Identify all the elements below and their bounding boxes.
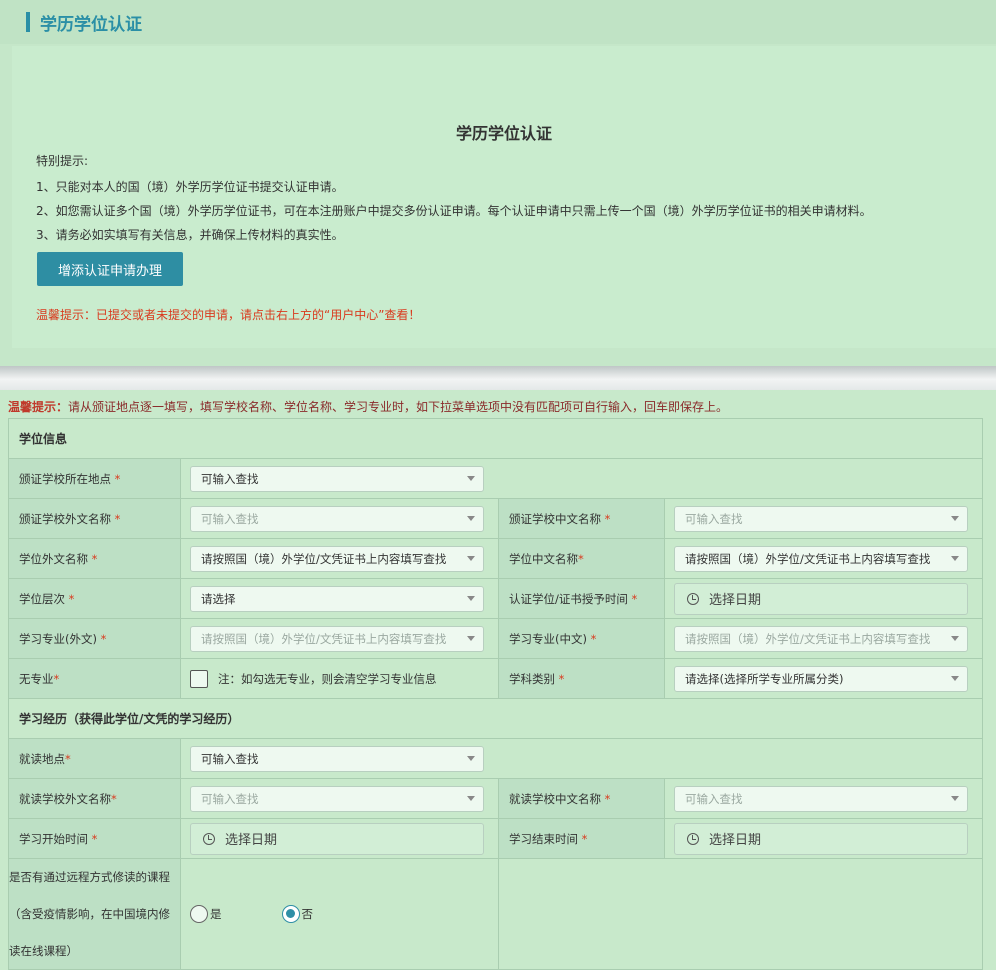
- study-school-cn-select[interactable]: 可输入查找: [674, 785, 968, 812]
- field-cell: 请选择(选择所学专业所属分类): [665, 659, 982, 698]
- form-row: 就读学校外文名称 * 可输入查找 就读学校中文名称 * 可输入查找: [9, 779, 982, 819]
- field-label: 颁证学校所在地点 *: [9, 459, 181, 498]
- chevron-down-icon: [951, 555, 959, 561]
- radio-circle: [190, 905, 208, 923]
- degree-section-title: 学位信息: [9, 419, 982, 459]
- subject-category-select[interactable]: 请选择(选择所学专业所属分类): [674, 665, 968, 692]
- chevron-down-icon: [467, 635, 475, 641]
- form-note-prefix: 温馨提示：: [8, 400, 69, 414]
- field-cell: 请选择: [181, 579, 499, 618]
- field-cell: 是 否: [181, 859, 499, 969]
- field-label: 学位外文名称 *: [9, 539, 181, 578]
- field-label: 就读学校中文名称 *: [499, 779, 665, 818]
- field-label: 学习开始时间 *: [9, 819, 181, 858]
- field-label: 认证学位/证书授予时间 *: [499, 579, 665, 618]
- field-cell: 可输入查找: [181, 779, 499, 818]
- field-label: 颁证学校中文名称 *: [499, 499, 665, 538]
- field-label: 无专业 *: [9, 659, 181, 698]
- add-application-button[interactable]: 增添认证申请办理: [37, 252, 183, 286]
- chevron-down-icon: [951, 675, 959, 681]
- field-cell: 注：如勾选无专业，则会清空学习专业信息: [181, 659, 499, 698]
- no-major-note: 注：如勾选无专业，则会清空学习专业信息: [218, 671, 437, 686]
- no-major-checkbox[interactable]: [190, 669, 208, 688]
- field-cell: 可输入查找: [181, 499, 499, 538]
- top-panel: 学历学位认证 学历学位认证 特别提示: 1、只能对本人的国（境）外学历学位证书提…: [0, 0, 996, 366]
- award-date-picker[interactable]: 选择日期: [674, 582, 968, 615]
- form-row: 颁证学校所在地点 * 可输入查找: [9, 459, 982, 499]
- form-row: 学位层次 * 请选择 认证学位/证书授予时间 * 选择日期: [9, 579, 982, 619]
- start-date-picker[interactable]: 选择日期: [190, 822, 484, 855]
- chevron-down-icon: [467, 755, 475, 761]
- school-location-select[interactable]: 可输入查找: [190, 465, 484, 492]
- field-cell: 选择日期: [665, 819, 982, 858]
- radio-circle-selected: [281, 905, 300, 923]
- major-cn-select[interactable]: 请按照国（境）外学位/文凭证书上内容填写查找: [674, 625, 968, 652]
- field-cell: 选择日期: [181, 819, 499, 858]
- chevron-down-icon: [467, 595, 475, 601]
- field-cell: 请按照国（境）外学位/文凭证书上内容填写查找: [665, 619, 982, 658]
- study-location-select[interactable]: 可输入查找: [190, 745, 484, 772]
- form-row: 学习开始时间 * 选择日期 学习结束时间 * 选择日期: [9, 819, 982, 859]
- notice-item-1: 1、只能对本人的国（境）外学历学位证书提交认证申请。: [36, 180, 344, 194]
- remote-no-radio[interactable]: 否: [281, 905, 313, 923]
- degree-cn-name-select[interactable]: 请按照国（境）外学位/文凭证书上内容填写查找: [674, 545, 968, 572]
- intro-card: 学历学位认证 特别提示: 1、只能对本人的国（境）外学历学位证书提交认证申请。 …: [12, 46, 996, 348]
- remote-yes-radio[interactable]: 是: [190, 905, 222, 923]
- field-label: 颁证学校外文名称 *: [9, 499, 181, 538]
- chevron-down-icon: [467, 475, 475, 481]
- field-cell: 可输入查找: [665, 779, 982, 818]
- study-section-title: 学习经历（获得此学位/文凭的学习经历）: [9, 699, 982, 739]
- field-label: 就读学校外文名称 *: [9, 779, 181, 818]
- chevron-down-icon: [951, 795, 959, 801]
- application-form: 学位信息 颁证学校所在地点 * 可输入查找 颁证学校外文名称 * 可输入查找 颁…: [8, 418, 983, 970]
- form-row: 学习专业(外文) * 请按照国（境）外学位/文凭证书上内容填写查找 学习专业(中…: [9, 619, 982, 659]
- clock-icon: [687, 592, 699, 605]
- field-label: 学习结束时间 *: [499, 819, 665, 858]
- field-label: 学位层次 *: [9, 579, 181, 618]
- form-row: 颁证学校外文名称 * 可输入查找 颁证学校中文名称 * 可输入查找: [9, 499, 982, 539]
- degree-foreign-name-select[interactable]: 请按照国（境）外学位/文凭证书上内容填写查找: [190, 545, 484, 572]
- section-title: 学历学位认证: [40, 15, 142, 35]
- chevron-down-icon: [467, 555, 475, 561]
- form-row: 学位外文名称 * 请按照国（境）外学位/文凭证书上内容填写查找 学位中文名称 * …: [9, 539, 982, 579]
- chevron-down-icon: [951, 635, 959, 641]
- field-label: 学科类别 *: [499, 659, 665, 698]
- degree-level-select[interactable]: 请选择: [190, 585, 484, 612]
- form-row: 就读地点 * 可输入查找: [9, 739, 982, 779]
- chevron-down-icon: [951, 515, 959, 521]
- field-label: 是否有通过远程方式修读的课程 （含受疫情影响，在中国境内修 读在线课程）: [9, 859, 181, 969]
- header-accent-bar: [26, 12, 30, 32]
- field-cell: 可输入查找: [181, 739, 499, 778]
- end-date-picker[interactable]: 选择日期: [674, 822, 968, 855]
- clock-icon: [687, 832, 699, 845]
- field-cell: 选择日期: [665, 579, 982, 618]
- school-cn-name-select[interactable]: 可输入查找: [674, 505, 968, 532]
- field-label: 学习专业(中文) *: [499, 619, 665, 658]
- field-cell: 请按照国（境）外学位/文凭证书上内容填写查找: [665, 539, 982, 578]
- form-row: 无专业 * 注：如勾选无专业，则会清空学习专业信息 学科类别 * 请选择(选择所学…: [9, 659, 982, 699]
- field-label: 学习专业(外文) *: [9, 619, 181, 658]
- field-cell: 可输入查找: [665, 499, 982, 538]
- chevron-down-icon: [467, 515, 475, 521]
- form-note-text: 请从颁证地点逐一填写，填写学校名称、学位名称、学习专业时，如下拉菜单选项中没有匹…: [68, 400, 729, 414]
- chevron-down-icon: [467, 795, 475, 801]
- user-center-tip: 温馨提示：已提交或者未提交的申请，请点击右上方的“用户中心”查看！: [36, 308, 421, 322]
- major-foreign-select[interactable]: 请按照国（境）外学位/文凭证书上内容填写查找: [190, 625, 484, 652]
- study-school-foreign-select[interactable]: 可输入查找: [190, 785, 484, 812]
- field-label: 学位中文名称 *: [499, 539, 665, 578]
- field-cell: 请按照国（境）外学位/文凭证书上内容填写查找: [181, 539, 499, 578]
- school-foreign-name-select[interactable]: 可输入查找: [190, 505, 484, 532]
- card-title: 学历学位认证: [455, 124, 552, 143]
- field-label: 就读地点 *: [9, 739, 181, 778]
- screenshot-divider: [0, 366, 996, 390]
- clock-icon: [203, 832, 215, 845]
- form-note: 温馨提示：请从颁证地点逐一填写，填写学校名称、学位名称、学习专业时，如下拉菜单选…: [8, 398, 728, 415]
- notice-item-2: 2、如您需认证多个国（境）外学历学位证书，可在本注册账户中提交多份认证申请。每个…: [36, 204, 872, 218]
- notice-item-3: 3、请务必如实填写有关信息，并确保上传材料的真实性。: [36, 228, 344, 242]
- field-cell: 可输入查找: [181, 459, 499, 498]
- notice-label: 特别提示:: [36, 154, 89, 168]
- form-row: 是否有通过远程方式修读的课程 （含受疫情影响，在中国境内修 读在线课程） 是 否: [9, 859, 982, 969]
- section-header: 学历学位认证: [0, 0, 996, 44]
- field-cell: 请按照国（境）外学位/文凭证书上内容填写查找: [181, 619, 499, 658]
